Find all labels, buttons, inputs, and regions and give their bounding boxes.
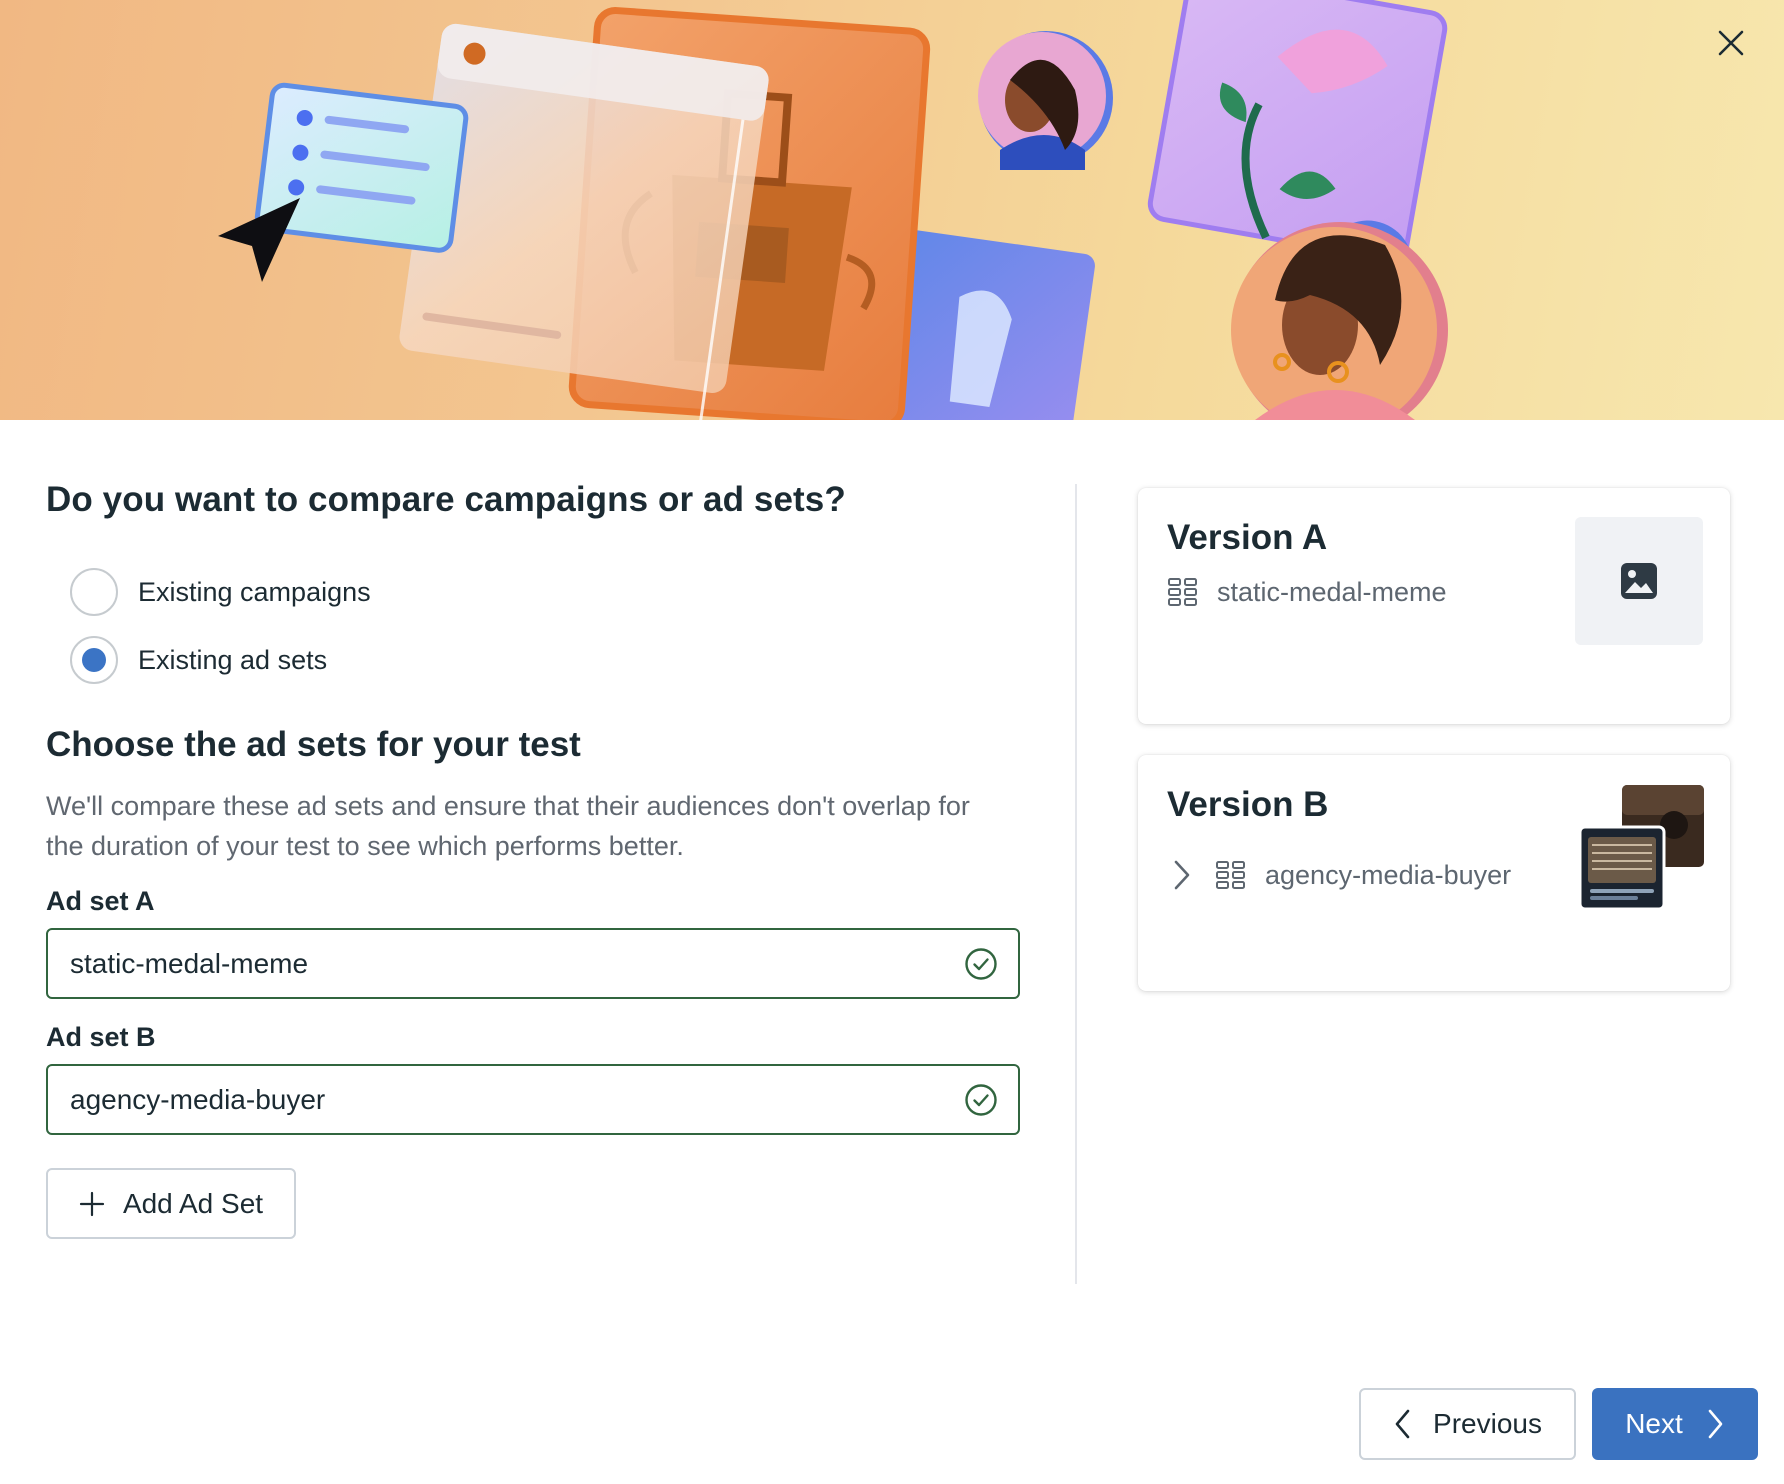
chevron-right-icon[interactable]	[1171, 859, 1193, 891]
radio-existing-campaigns[interactable]: Existing campaigns	[70, 568, 371, 616]
version-a-thumbnail	[1575, 517, 1703, 645]
previous-button[interactable]: Previous	[1359, 1388, 1576, 1460]
ad-set-grid-icon	[1216, 861, 1245, 889]
close-button[interactable]	[1716, 28, 1752, 64]
radio-button-selected[interactable]	[70, 636, 118, 684]
ad-set-a-input[interactable]: static-medal-meme	[46, 928, 1020, 999]
version-a-card: Version A static-medal-meme	[1138, 488, 1730, 724]
version-b-ad-set: agency-media-buyer	[1171, 859, 1511, 891]
plus-icon	[79, 1191, 105, 1216]
add-ad-set-button[interactable]: Add Ad Set	[46, 1168, 296, 1239]
ad-set-b-input[interactable]: agency-media-buyer	[46, 1064, 1020, 1135]
radio-label: Existing campaigns	[138, 576, 371, 607]
ad-set-grid-icon	[1168, 578, 1197, 606]
column-divider	[1075, 484, 1077, 1284]
test-setup-panel: Do you want to compare campaigns or ad s…	[46, 480, 1021, 1239]
compare-question: Do you want to compare campaigns or ad s…	[46, 480, 846, 519]
version-a-title: Version A	[1167, 518, 1328, 557]
stacked-ad-thumbnails	[1578, 785, 1704, 911]
version-b-card: Version B agency-media-buyer	[1138, 755, 1730, 991]
ad-set-b-value: agency-media-buyer	[70, 1083, 326, 1115]
ad-set-a-value: static-medal-meme	[70, 947, 309, 979]
check-circle-icon	[965, 948, 997, 980]
version-b-ad-set-name: agency-media-buyer	[1265, 859, 1512, 890]
ad-creative-illustration	[218, 0, 1448, 420]
close-icon	[1718, 30, 1744, 56]
choose-ad-sets-title: Choose the ad sets for your test	[46, 725, 581, 764]
radio-button[interactable]	[70, 568, 118, 616]
ad-set-b-label: Ad set B	[46, 1022, 156, 1052]
choose-ad-sets-description: We'll compare these ad sets and ensure t…	[46, 791, 970, 861]
chevron-left-icon	[1395, 1409, 1410, 1439]
version-a-ad-set: static-medal-meme	[1167, 576, 1447, 608]
image-placeholder-icon	[1621, 563, 1657, 599]
chevron-right-icon	[1708, 1409, 1723, 1439]
ad-set-a-label: Ad set A	[46, 886, 155, 916]
next-button[interactable]: Next	[1592, 1388, 1758, 1460]
radio-label: Existing ad sets	[138, 644, 328, 675]
hero-banner	[0, 0, 1784, 420]
version-a-ad-set-name: static-medal-meme	[1217, 576, 1447, 607]
radio-existing-ad-sets[interactable]: Existing ad sets	[70, 636, 327, 684]
version-b-title: Version B	[1167, 785, 1329, 824]
check-circle-icon	[965, 1084, 997, 1116]
previous-label: Previous	[1433, 1408, 1542, 1439]
next-label: Next	[1625, 1408, 1683, 1439]
add-ad-set-label: Add Ad Set	[122, 1187, 264, 1219]
